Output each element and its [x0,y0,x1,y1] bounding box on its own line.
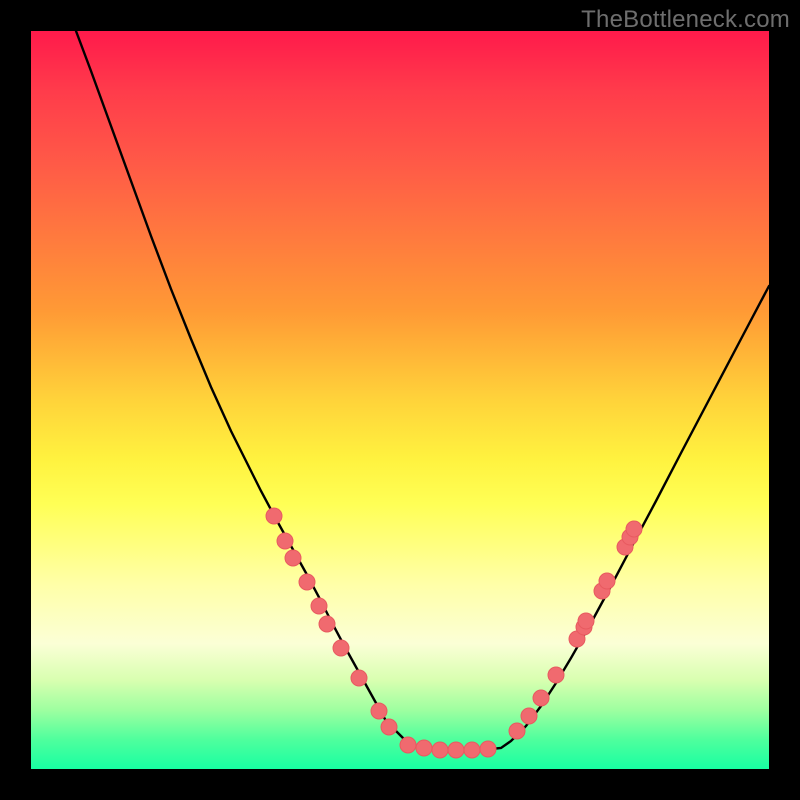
data-dot [351,670,367,686]
watermark-text: TheBottleneck.com [581,6,790,34]
data-dot [448,742,464,758]
data-dot [533,690,549,706]
data-dot [521,708,537,724]
data-dot [299,574,315,590]
data-dot [416,740,432,756]
bottleneck-curve [76,31,769,750]
data-dot [480,741,496,757]
data-dots [266,508,642,758]
chart-frame: TheBottleneck.com [0,0,800,800]
data-dot [277,533,293,549]
data-dot [381,719,397,735]
data-dot [266,508,282,524]
data-dot [509,723,525,739]
plot-area [31,31,769,769]
data-dot [464,742,480,758]
chart-svg [31,31,769,769]
data-dot [548,667,564,683]
data-dot [333,640,349,656]
data-dot [319,616,335,632]
data-dot [371,703,387,719]
data-dot [311,598,327,614]
data-dot [578,613,594,629]
data-dot [432,742,448,758]
data-dot [285,550,301,566]
data-dot [400,737,416,753]
data-dot [599,573,615,589]
data-dot [626,521,642,537]
